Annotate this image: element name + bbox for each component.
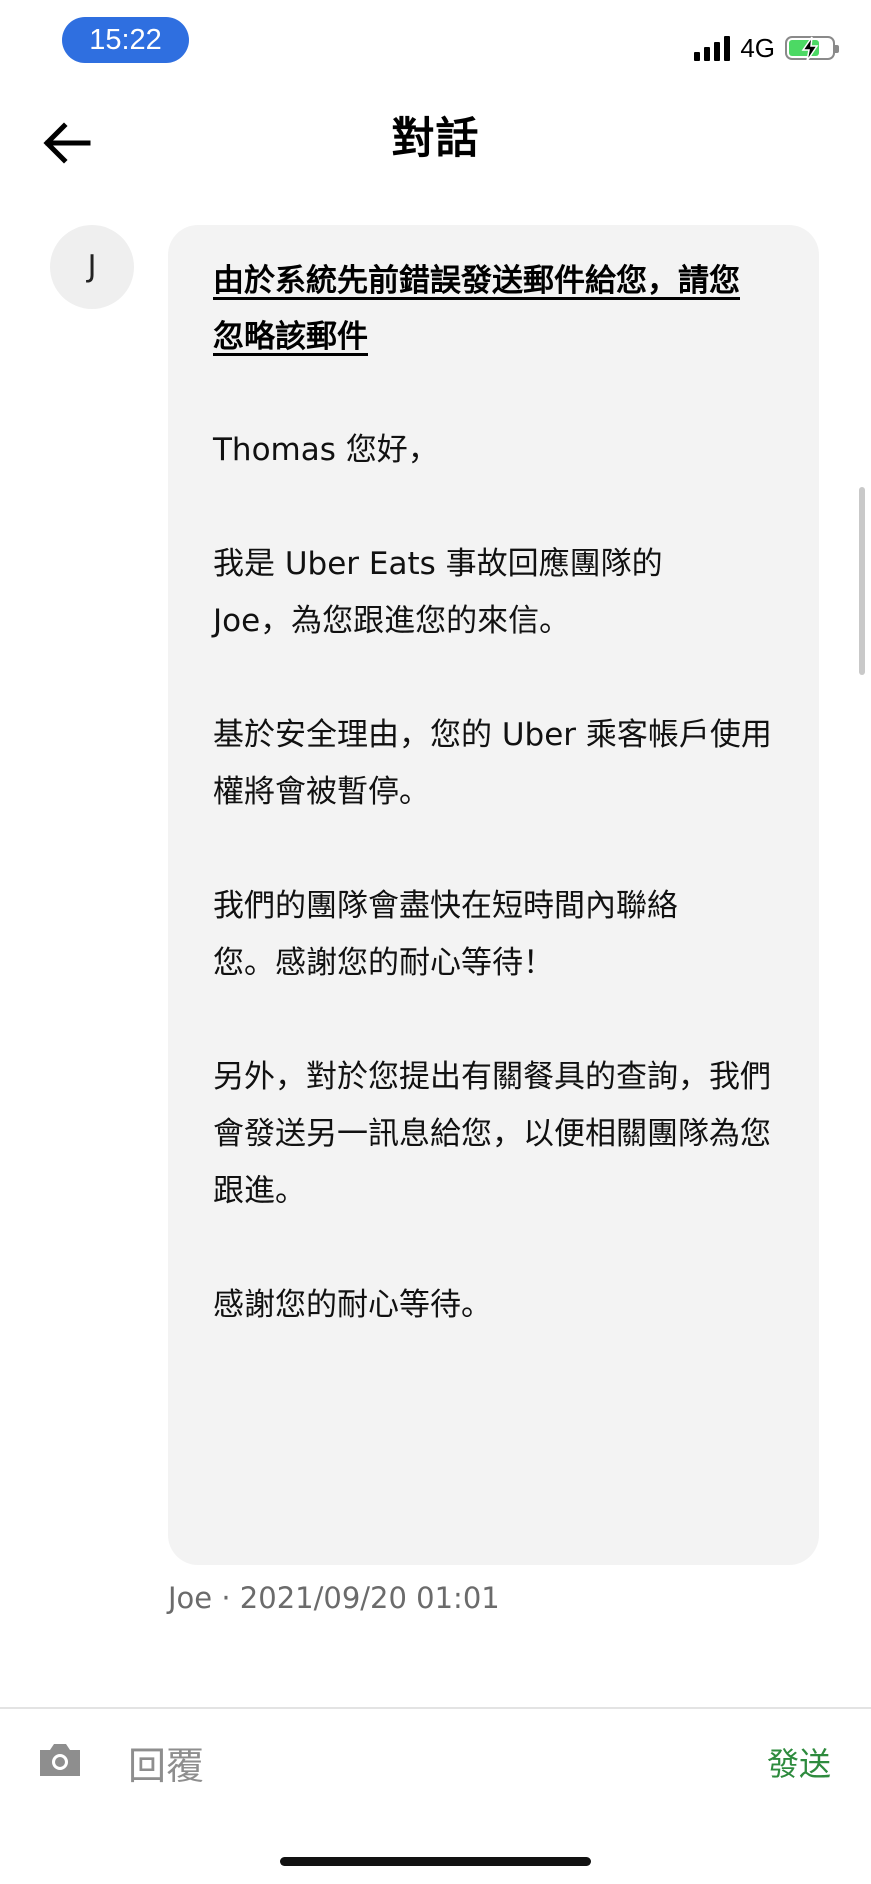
scrollbar[interactable]	[859, 487, 865, 675]
message-bubble: 由於系統先前錯誤發送郵件給您，請您忽略該郵件 Thomas 您好， 我是 Ube…	[168, 225, 819, 1565]
status-time: 15:22	[62, 17, 189, 63]
battery-charging-icon	[785, 36, 839, 62]
message-paragraph: 我是 Uber Eats 事故回應團隊的 Joe，為您跟進您的來信。	[213, 546, 663, 639]
send-button[interactable]: 發送	[767, 1739, 831, 1785]
reply-input[interactable]	[128, 1738, 728, 1794]
message-subject: 由於系統先前錯誤發送郵件給您，請您忽略該郵件	[213, 263, 740, 355]
message-meta: Joe · 2021/09/20 01:01	[168, 1581, 500, 1615]
camera-button[interactable]	[36, 1740, 84, 1780]
message-paragraph: 另外，對於您提出有關餐具的查詢，我們會發送另一訊息給您，以便相關團隊為您跟進。	[213, 1059, 771, 1209]
page-title: 對話	[391, 114, 480, 164]
message-paragraph: 我們的團隊會盡快在短時間內聯絡您。感謝您的耐心等待！	[213, 888, 678, 981]
message-paragraph: Thomas 您好，	[213, 432, 439, 468]
status-icons: 4G	[694, 28, 839, 68]
avatar: J	[50, 225, 134, 309]
signal-icon	[694, 35, 731, 61]
camera-icon	[40, 1744, 80, 1776]
message-paragraph: 感謝您的耐心等待。	[213, 1287, 492, 1323]
network-type: 4G	[740, 32, 775, 63]
divider	[0, 1707, 871, 1709]
message-paragraph: 基於安全理由，您的 Uber 乘客帳戶使用權將會被暫停。	[213, 717, 772, 810]
home-indicator[interactable]	[280, 1857, 591, 1866]
